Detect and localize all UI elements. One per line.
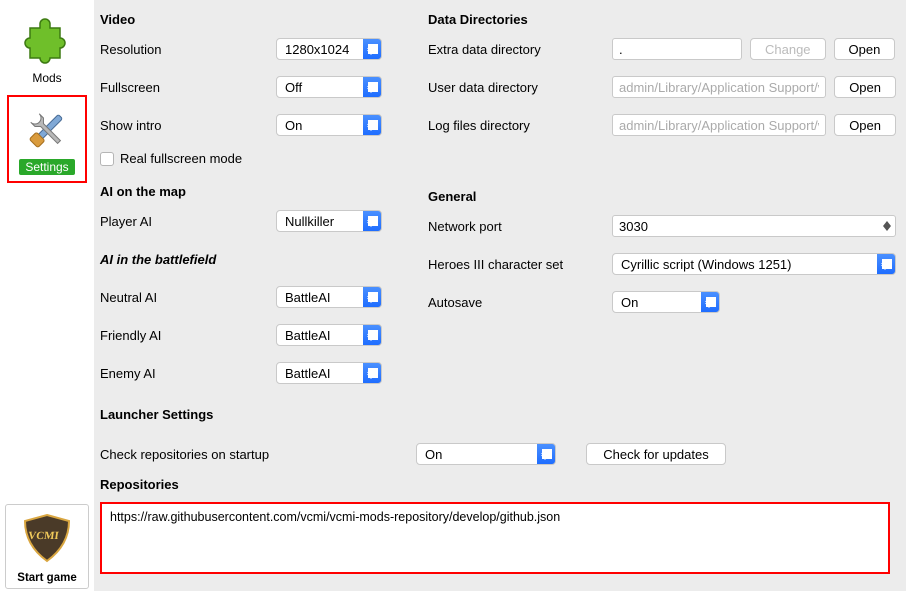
autosave-select[interactable]: On (612, 291, 720, 313)
user-dir-input (612, 76, 826, 98)
change-button: Change (750, 38, 826, 60)
sidebar-item-settings[interactable]: Settings (7, 95, 87, 183)
sidebar-item-label: Start game (17, 572, 76, 584)
enemy-ai-label: Enemy AI (100, 366, 276, 381)
sidebar-item-start-game[interactable]: VCMI Start game (5, 504, 89, 589)
autosave-label: Autosave (428, 295, 612, 310)
log-dir-label: Log files directory (428, 118, 612, 133)
puzzle-icon (17, 14, 77, 68)
check-repo-label: Check repositories on startup (100, 447, 416, 462)
resolution-label: Resolution (100, 42, 276, 57)
player-ai-select[interactable]: Nullkiller (276, 210, 382, 232)
friendly-ai-label: Friendly AI (100, 328, 276, 343)
enemy-ai-select[interactable]: BattleAI (276, 362, 382, 384)
fullscreen-label: Fullscreen (100, 80, 276, 95)
video-heading: Video (100, 12, 400, 27)
sidebar-item-label: Settings (19, 159, 74, 175)
show-intro-select[interactable]: On (276, 114, 382, 136)
port-stepper[interactable] (880, 215, 894, 237)
neutral-ai-label: Neutral AI (100, 290, 276, 305)
ai-battlefield-heading: AI in the battlefield (100, 252, 276, 267)
player-ai-label: Player AI (100, 214, 276, 229)
extra-dir-input[interactable] (612, 38, 742, 60)
repo-entry: https://raw.githubusercontent.com/vcmi/v… (110, 510, 560, 524)
open-log-button[interactable]: Open (834, 114, 896, 136)
check-repo-select[interactable]: On (416, 443, 556, 465)
tools-icon (17, 103, 77, 157)
open-extra-button[interactable]: Open (834, 38, 896, 60)
fullscreen-select[interactable]: Off (276, 76, 382, 98)
general-heading: General (428, 189, 896, 204)
repos-heading: Repositories (100, 477, 890, 492)
real-fullscreen-label: Real fullscreen mode (120, 151, 242, 166)
log-dir-input (612, 114, 826, 136)
extra-dir-label: Extra data directory (428, 42, 612, 57)
resolution-select[interactable]: 1280x1024 (276, 38, 382, 60)
svg-text:VCMI: VCMI (27, 530, 59, 542)
charset-select[interactable]: Cyrillic script (Windows 1251) (612, 253, 896, 275)
real-fullscreen-checkbox[interactable] (100, 152, 114, 166)
charset-label: Heroes III character set (428, 257, 612, 272)
data-dirs-heading: Data Directories (428, 12, 896, 27)
shield-icon: VCMI (17, 509, 77, 567)
ai-map-heading: AI on the map (100, 184, 400, 199)
sidebar: Mods Settings (0, 0, 94, 591)
friendly-ai-select[interactable]: BattleAI (276, 324, 382, 346)
sidebar-item-mods[interactable]: Mods (7, 6, 87, 93)
check-updates-button[interactable]: Check for updates (586, 443, 726, 465)
port-label: Network port (428, 219, 612, 234)
user-dir-label: User data directory (428, 80, 612, 95)
repos-textarea[interactable]: https://raw.githubusercontent.com/vcmi/v… (100, 502, 890, 574)
open-user-button[interactable]: Open (834, 76, 896, 98)
launcher-heading: Launcher Settings (100, 407, 400, 422)
sidebar-item-label: Mods (32, 71, 61, 85)
port-input[interactable] (612, 215, 896, 237)
show-intro-label: Show intro (100, 118, 276, 133)
neutral-ai-select[interactable]: BattleAI (276, 286, 382, 308)
